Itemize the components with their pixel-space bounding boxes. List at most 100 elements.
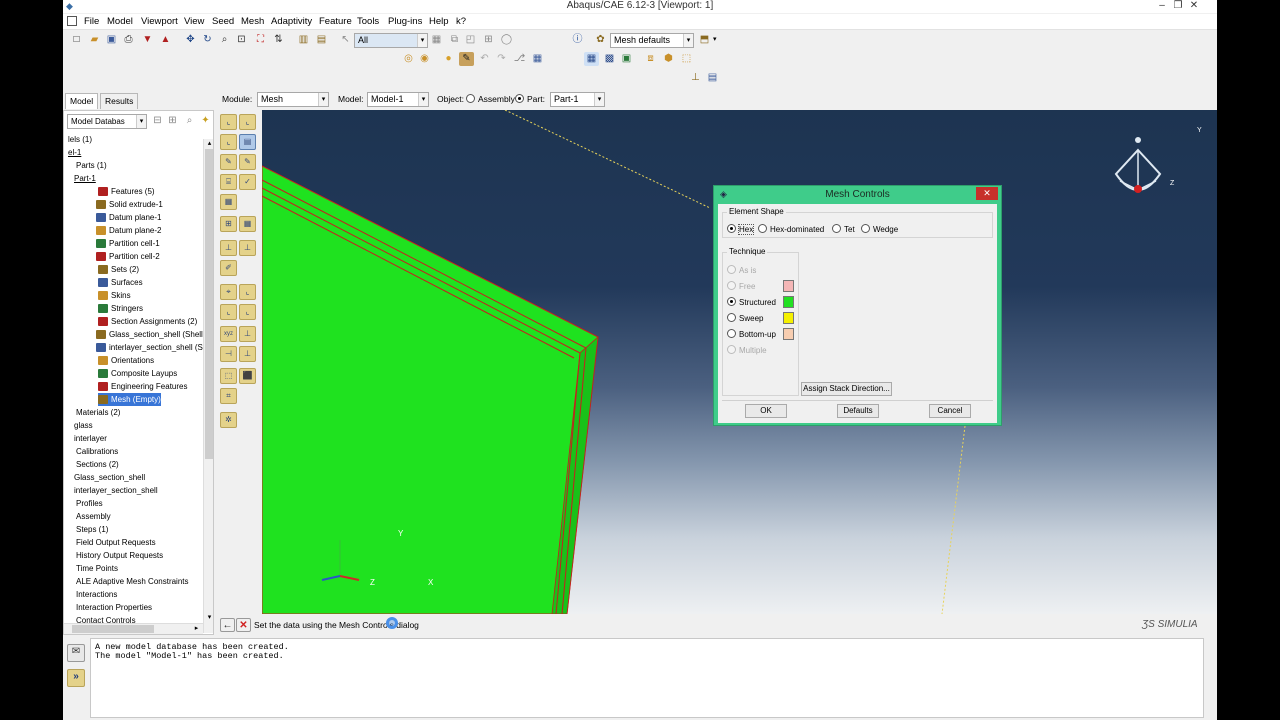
pan-icon[interactable]: ✥	[183, 33, 198, 47]
tools-icon[interactable]: ✲	[220, 412, 237, 428]
tree-item[interactable]: ALE Adaptive Mesh Constraints	[76, 575, 189, 588]
reference-point-icon[interactable]: ⌗	[220, 388, 237, 404]
grid-table-icon[interactable]: ▦	[530, 52, 545, 66]
back-arrow-icon[interactable]: ←	[220, 618, 235, 632]
datum-point-icon[interactable]: ⌖	[220, 284, 237, 300]
tree-item[interactable]: Interaction Properties	[76, 601, 152, 614]
tree-item[interactable]: Part-1	[74, 172, 96, 185]
tree-item[interactable]: Sets (2)	[98, 263, 139, 276]
tree-item[interactable]: Features (5)	[98, 185, 155, 198]
front-view-icon[interactable]: ▩	[602, 52, 617, 66]
tree-item[interactable]: Steps (1)	[76, 523, 108, 536]
partition-cell-icon[interactable]: ⊞	[220, 216, 237, 232]
message-log[interactable]: A new model database has been created. T…	[90, 638, 1204, 718]
mesh-defaults-select[interactable]: Mesh defaults ▾	[610, 33, 694, 48]
shape-tet-radio[interactable]: Tet	[832, 224, 855, 235]
save-icon[interactable]: ▣	[104, 33, 119, 47]
tree-item[interactable]: History Output Requests	[76, 549, 163, 562]
tree-item[interactable]: Sections (2)	[76, 458, 119, 471]
assign-mesh-controls-icon[interactable]: ⌞	[220, 134, 237, 150]
color-code-icon[interactable]: ▤	[705, 71, 720, 85]
tree-item[interactable]: interlayer_section_shell (Shell	[96, 341, 203, 354]
restore-icon[interactable]: ❐	[1170, 0, 1186, 12]
render-wireframe-icon[interactable]: ◎	[401, 52, 416, 66]
ok-button[interactable]: OK	[745, 404, 787, 418]
select-entity-icon[interactable]: ⧉	[447, 33, 462, 47]
render-shaded-icon[interactable]: ●	[441, 52, 456, 66]
tree-item[interactable]: Skins	[98, 289, 131, 302]
part-radio[interactable]: Part:	[515, 94, 545, 104]
doc-icon[interactable]	[67, 16, 77, 26]
tree-item[interactable]: Glass_section_shell (Shell, Ho	[96, 328, 203, 341]
box-zoom-icon[interactable]: ⊡	[234, 33, 249, 47]
triad-icon[interactable]: ⊥	[688, 71, 703, 85]
message-tab-icon[interactable]: ✉	[67, 644, 85, 662]
mesh-part-icon[interactable]: ✎	[239, 154, 256, 170]
select-circle-icon[interactable]: ◯	[499, 33, 514, 47]
element-type-icon[interactable]: ✎	[220, 154, 237, 170]
tree-item[interactable]: Contact Controls	[76, 614, 136, 623]
open-icon[interactable]: ▰	[87, 33, 102, 47]
scrollbar-thumb[interactable]	[72, 625, 154, 633]
tree-options-icon[interactable]: ⎇	[512, 52, 527, 66]
menu-model[interactable]: Model	[107, 16, 133, 28]
technique-multiple-radio[interactable]: Multiple	[727, 345, 767, 356]
menu-mesh[interactable]: Mesh	[241, 16, 264, 28]
datum-csys-icon[interactable]: ⌞	[239, 304, 256, 320]
tree-item[interactable]: Section Assignments (2)	[98, 315, 197, 328]
tree-item[interactable]: Engineering Features	[98, 380, 188, 393]
query-info-icon[interactable]: ⓘ	[570, 33, 585, 47]
menu-help[interactable]: Help	[429, 16, 449, 28]
tree-vertical-scrollbar[interactable]: ▴ ▾	[203, 139, 213, 633]
model-select[interactable]: Model-1 ▾	[367, 92, 429, 107]
assign-stack-direction-button[interactable]: Assign Stack Direction...	[801, 382, 892, 396]
tree-search-icon[interactable]: ⌕	[182, 114, 197, 128]
module-select[interactable]: Mesh ▾	[257, 92, 329, 107]
cycle-view-icon[interactable]: ⇅	[271, 33, 286, 47]
display-options-icon[interactable]: ⬒	[697, 33, 712, 47]
select-arrow-icon[interactable]: ↖	[338, 33, 353, 47]
tree-item[interactable]: Datum plane-2	[96, 224, 161, 237]
assembly-radio[interactable]: Assembly	[466, 94, 515, 104]
technique-free-radio[interactable]: Free	[727, 281, 755, 292]
menu-view[interactable]: View	[184, 16, 204, 28]
tree-item[interactable]: Mesh (Empty)	[98, 393, 161, 406]
tree-item[interactable]: Partition cell-2	[96, 250, 160, 263]
undo-icon[interactable]: ↶	[477, 52, 492, 66]
size-control-icon[interactable]: ▦	[220, 194, 237, 210]
glass-plate-front-face[interactable]	[262, 165, 599, 614]
tab-results[interactable]: Results	[100, 93, 139, 109]
select-from-viewport-icon[interactable]: ▦	[429, 33, 444, 47]
shape-hex-radio[interactable]: Hex	[727, 224, 755, 235]
shape-hex-dominated-radio[interactable]: Hex-dominated	[758, 224, 824, 235]
technique-structured-radio[interactable]: Structured	[727, 297, 776, 308]
selection-filter-select[interactable]: All ▾	[354, 33, 428, 48]
perspective-view-icon[interactable]: ⬚	[679, 52, 694, 66]
mesh-region-icon[interactable]: ⌸	[220, 174, 237, 190]
tree-item[interactable]: Calibrations	[76, 445, 118, 458]
python-prompt-icon[interactable]: »	[67, 669, 85, 687]
scroll-right-icon[interactable]: ▸	[192, 624, 201, 633]
tree-item[interactable]: interlayer	[74, 432, 107, 445]
print-icon[interactable]: ⎙	[121, 33, 136, 47]
tree-item[interactable]: Parts (1)	[76, 159, 107, 172]
menu-feature[interactable]: Feature	[319, 16, 352, 28]
datum-plane-icon[interactable]: ⌞	[220, 304, 237, 320]
new-icon[interactable]: □	[69, 33, 84, 47]
pick-tool-icon[interactable]: ✎	[459, 52, 474, 66]
box-view-icon[interactable]: ⧈	[643, 52, 658, 66]
select-box-icon[interactable]: ⊞	[481, 33, 496, 47]
tree-item[interactable]: Datum plane-1	[96, 211, 161, 224]
measure-icon[interactable]: ⊣	[220, 346, 237, 362]
partition-face-icon[interactable]: ▦	[239, 216, 256, 232]
tree-horizontal-scrollbar[interactable]: ▸	[64, 623, 203, 634]
magnify-icon[interactable]: ⌕	[217, 33, 232, 47]
import-icon[interactable]: ▼	[140, 33, 155, 47]
technique-sweep-radio[interactable]: Sweep	[727, 313, 763, 324]
tree-item[interactable]: glass	[74, 419, 93, 432]
scroll-up-icon[interactable]: ▴	[205, 139, 213, 148]
dialog-close-button[interactable]: ✕	[976, 187, 998, 200]
tree-item[interactable]: Field Output Requests	[76, 536, 156, 549]
scrollbar-thumb[interactable]	[205, 149, 213, 459]
tree-item[interactable]: Interactions	[76, 588, 117, 601]
